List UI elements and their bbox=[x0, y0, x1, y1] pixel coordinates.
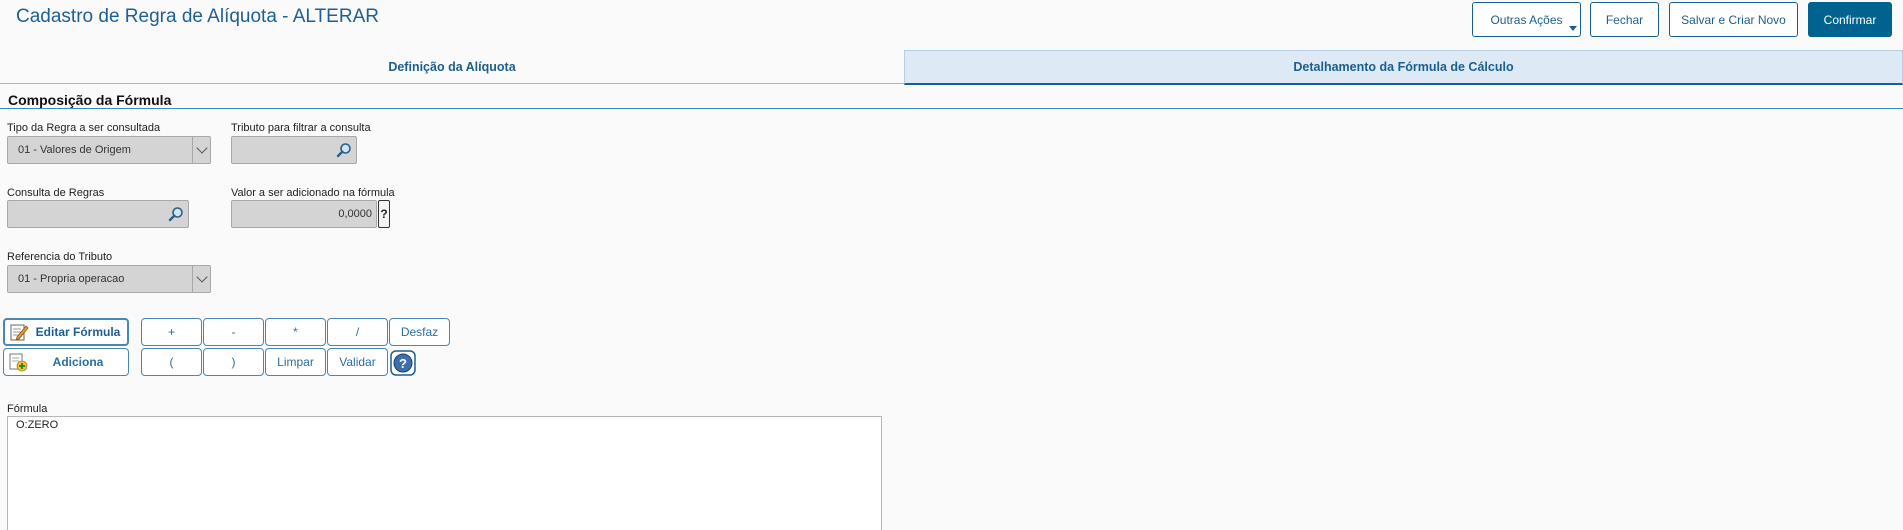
tab-bar: Definição da Alíquota Detalhamento da Fó… bbox=[0, 50, 1903, 85]
section-title: Composição da Fórmula bbox=[8, 92, 172, 108]
outras-acoes-label: Outras Ações bbox=[1490, 12, 1563, 27]
divide-button[interactable]: / bbox=[327, 318, 388, 346]
plus-button[interactable]: + bbox=[141, 318, 202, 346]
minus-button[interactable]: - bbox=[203, 318, 264, 346]
chevron-down-icon bbox=[192, 137, 210, 163]
consulta-regras-input[interactable] bbox=[7, 200, 189, 228]
chevron-down-icon bbox=[192, 266, 210, 292]
add-document-icon bbox=[9, 353, 28, 372]
confirmar-button[interactable]: Confirmar bbox=[1808, 2, 1892, 37]
page-title: Cadastro de Regra de Alíquota - ALTERAR bbox=[16, 6, 379, 27]
adiciona-label: Adiciona bbox=[52, 355, 104, 369]
tributo-filtro-label: Tributo para filtrar a consulta bbox=[231, 122, 371, 134]
referencia-tributo-select[interactable]: 01 - Propria operacao bbox=[7, 265, 211, 293]
tipo-regra-select[interactable]: 01 - Valores de Origem bbox=[7, 136, 211, 164]
outras-acoes-button[interactable]: Outras Ações bbox=[1472, 2, 1581, 37]
validar-button[interactable]: Validar bbox=[327, 348, 388, 376]
formula-value: O:ZERO bbox=[16, 419, 59, 431]
adiciona-button[interactable]: Adiciona bbox=[3, 348, 129, 376]
close-paren-button[interactable]: ) bbox=[203, 348, 264, 376]
valor-adicionado-label: Valor a ser adicionado na fórmula bbox=[231, 187, 395, 199]
editar-formula-button[interactable]: Editar Fórmula bbox=[3, 318, 129, 346]
valor-adicionado-input[interactable]: 0,0000 bbox=[231, 200, 377, 228]
formula-label: Fórmula bbox=[7, 403, 48, 415]
tipo-regra-value: 01 - Valores de Origem bbox=[18, 144, 131, 156]
edit-pencil-icon bbox=[10, 324, 29, 341]
tab-definicao-aliquota[interactable]: Definição da Alíquota bbox=[0, 51, 904, 84]
search-icon[interactable] bbox=[168, 206, 184, 222]
help-icon[interactable]: ? bbox=[390, 350, 416, 376]
open-paren-button[interactable]: ( bbox=[141, 348, 202, 376]
editar-formula-label: Editar Fórmula bbox=[35, 325, 121, 339]
referencia-tributo-value: 01 - Propria operacao bbox=[18, 273, 125, 285]
help-question-button[interactable]: ? bbox=[378, 200, 390, 228]
fechar-button[interactable]: Fechar bbox=[1590, 2, 1659, 37]
consulta-regras-label: Consulta de Regras bbox=[7, 187, 105, 199]
desfaz-button[interactable]: Desfaz bbox=[389, 318, 450, 346]
tributo-filtro-input[interactable] bbox=[231, 136, 357, 164]
salvar-criar-novo-button[interactable]: Salvar e Criar Novo bbox=[1669, 2, 1798, 37]
tipo-regra-label: Tipo da Regra a ser consultada bbox=[7, 122, 161, 134]
tab-detalhamento-formula[interactable]: Detalhamento da Fórmula de Cálculo bbox=[904, 50, 1903, 85]
search-icon[interactable] bbox=[336, 142, 352, 158]
section-divider bbox=[0, 108, 1903, 109]
svg-text:?: ? bbox=[399, 356, 407, 371]
caret-down-icon bbox=[1569, 26, 1577, 31]
referencia-tributo-label: Referencia do Tributo bbox=[7, 251, 113, 263]
formula-textarea[interactable]: O:ZERO bbox=[7, 416, 882, 530]
limpar-button[interactable]: Limpar bbox=[265, 348, 326, 376]
multiply-button[interactable]: * bbox=[265, 318, 326, 346]
valor-adicionado-value: 0,0000 bbox=[338, 208, 372, 220]
